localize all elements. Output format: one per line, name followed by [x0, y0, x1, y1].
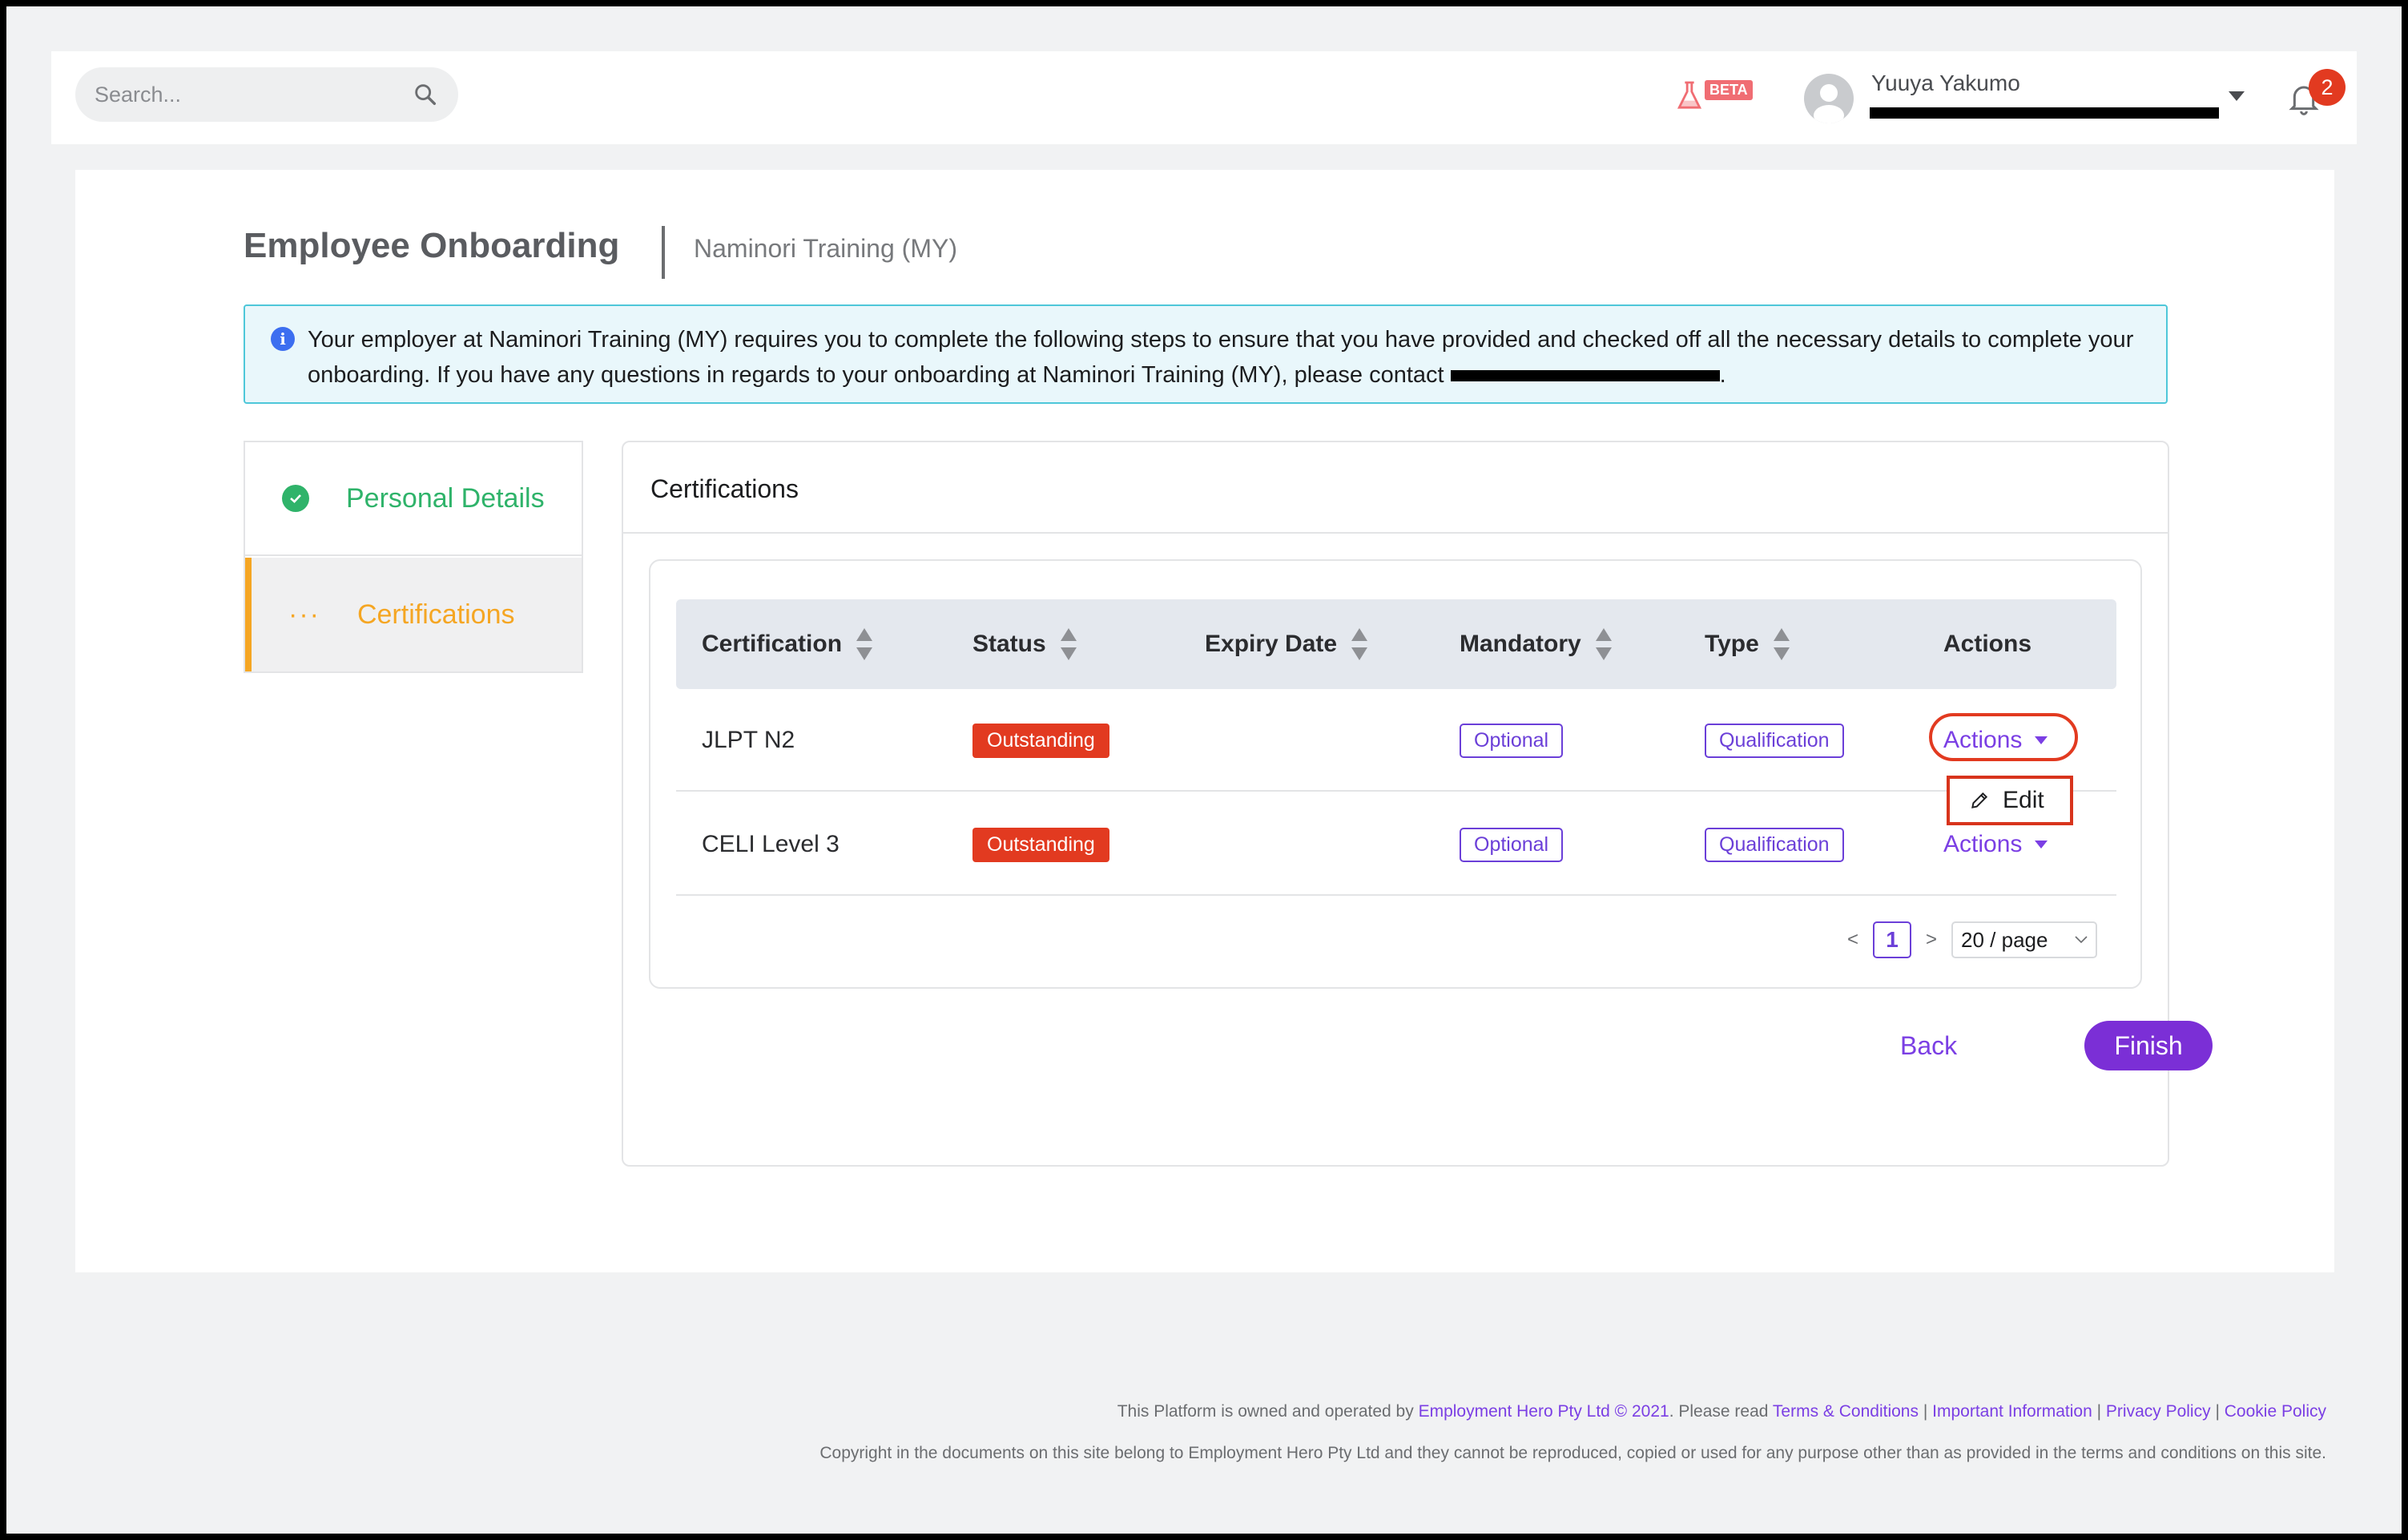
company-link[interactable]: Employment Hero Pty Ltd © 2021 [1419, 1402, 1669, 1421]
cookie-policy-link[interactable]: Cookie Policy [2225, 1402, 2326, 1421]
important-info-link[interactable]: Important Information [1932, 1402, 2092, 1421]
footer-copyright: Copyright in the documents on this site … [819, 1444, 2326, 1462]
organization-name: Naminori Training (MY) [694, 234, 957, 263]
step-certifications[interactable]: ··· Certifications [245, 558, 582, 671]
sort-icon[interactable] [1594, 627, 1613, 662]
sort-icon[interactable] [1350, 627, 1369, 662]
sort-icon[interactable] [1059, 627, 1078, 662]
pencil-icon [1971, 792, 1988, 808]
edit-label: Edit [2003, 787, 2044, 813]
column-label: Mandatory [1460, 631, 1581, 657]
mandatory-badge: Optional [1460, 827, 1564, 862]
column-label: Expiry Date [1205, 631, 1338, 657]
status-badge: Outstanding [972, 723, 1109, 758]
footer-text: . Please read [1669, 1402, 1769, 1421]
status-badge: Outstanding [972, 827, 1109, 862]
flask-icon [1677, 81, 1702, 109]
notification-badge: 2 [2309, 69, 2346, 106]
footer-text: This Platform is owned and operated by [1117, 1402, 1414, 1421]
edit-menu-item[interactable]: Edit [1947, 776, 2073, 825]
actions-highlight-outline [1929, 713, 2078, 761]
contact-email-redacted[interactable] [1450, 370, 1720, 382]
certifications-table: Certification Status Expiry Date Mandato… [649, 559, 2142, 989]
search-input[interactable]: Search... [95, 83, 412, 107]
page-title: Employee Onboarding [244, 226, 620, 265]
caret-down-icon [2035, 841, 2048, 849]
onboarding-steps: Personal Details ··· Certifications [244, 441, 583, 673]
column-header-status[interactable]: Status [972, 599, 1078, 689]
column-header-expiry-date[interactable]: Expiry Date [1205, 599, 1369, 689]
in-progress-dots-icon: ··· [288, 599, 320, 630]
app-frame: Search... BETA Yuuya Yakumo 2 Employee O… [6, 6, 2402, 1534]
pagination: < 1 > 20 / page [1847, 921, 2098, 958]
column-label: Type [1705, 631, 1759, 657]
footer-ownership: This Platform is owned and operated by E… [1117, 1402, 2326, 1421]
search-box[interactable]: Search... [75, 67, 458, 122]
type-badge: Qualification [1705, 723, 1844, 758]
column-header-certification[interactable]: Certification [702, 599, 874, 689]
terms-link[interactable]: Terms & Conditions [1773, 1402, 1919, 1421]
column-header-actions: Actions [1943, 599, 2031, 689]
main-content: Employee Onboarding Naminori Training (M… [75, 170, 2334, 1272]
back-button[interactable]: Back [1900, 1021, 1957, 1070]
status-cell: Outstanding [972, 793, 1109, 896]
certifications-card: Certifications Certification Status Expi… [622, 441, 2213, 1167]
mandatory-badge: Optional [1460, 723, 1564, 758]
column-label: Actions [1943, 631, 2032, 657]
info-banner: i Your employer at Naminori Training (MY… [244, 304, 2168, 404]
divider [623, 532, 2168, 534]
chevron-down-icon [2075, 936, 2088, 944]
privacy-policy-link[interactable]: Privacy Policy [2106, 1402, 2211, 1421]
status-cell: Outstanding [972, 689, 1109, 792]
beta-feature[interactable]: BETA [1676, 80, 1753, 112]
type-cell: Qualification [1705, 793, 1844, 896]
title-divider [662, 226, 665, 279]
mandatory-cell: Optional [1460, 689, 1564, 792]
page-number-current[interactable]: 1 [1873, 921, 1912, 958]
info-icon: i [271, 327, 295, 351]
page-size-value: 20 / page [1961, 927, 2048, 952]
prev-page-button[interactable]: < [1847, 929, 1858, 951]
column-header-type[interactable]: Type [1705, 599, 1791, 689]
info-text: Your employer at Naminori Training (MY) … [308, 327, 2134, 388]
mandatory-cell: Optional [1460, 793, 1564, 896]
table-row: JLPT N2 Outstanding Optional Qualificati… [676, 689, 2116, 825]
certification-name: JLPT N2 [702, 727, 795, 753]
type-cell: Qualification [1705, 689, 1844, 792]
top-bar: Search... BETA Yuuya Yakumo 2 [51, 51, 2357, 144]
finish-button[interactable]: Finish [2084, 1021, 2213, 1070]
step-label: Certifications [356, 599, 515, 630]
footer-separator: | [2215, 1402, 2220, 1421]
user-avatar-icon [1814, 84, 1844, 123]
sort-icon[interactable] [1772, 627, 1791, 662]
search-icon[interactable] [412, 81, 439, 108]
chevron-down-icon[interactable] [2227, 90, 2246, 103]
page-size-select[interactable]: 20 / page [1951, 921, 2098, 958]
check-circle-icon [282, 485, 309, 512]
column-header-mandatory[interactable]: Mandatory [1460, 599, 1613, 689]
type-badge: Qualification [1705, 827, 1844, 862]
beta-badge: BETA [1705, 80, 1753, 100]
next-page-button[interactable]: > [1926, 929, 1937, 951]
certification-name: CELI Level 3 [702, 831, 840, 857]
actions-label: Actions [1943, 831, 2023, 857]
table-header: Certification Status Expiry Date Mandato… [676, 599, 2116, 689]
user-email-redacted [1870, 107, 2219, 119]
actions-dropdown-button[interactable]: Actions [1943, 831, 2049, 858]
footer-separator: | [1923, 1402, 1928, 1421]
table-row: CELI Level 3 Outstanding Optional Qualif… [676, 793, 2116, 896]
user-name[interactable]: Yuuya Yakumo [1871, 71, 2020, 96]
step-personal-details[interactable]: Personal Details [245, 442, 582, 556]
info-text-end: . [1719, 362, 1726, 388]
avatar[interactable] [1804, 74, 1854, 123]
column-label: Status [972, 631, 1046, 657]
footer-separator: | [2096, 1402, 2102, 1421]
sort-icon[interactable] [855, 627, 874, 662]
section-title: Certifications [650, 474, 799, 503]
column-label: Certification [702, 631, 843, 657]
step-label: Personal Details [346, 482, 545, 514]
